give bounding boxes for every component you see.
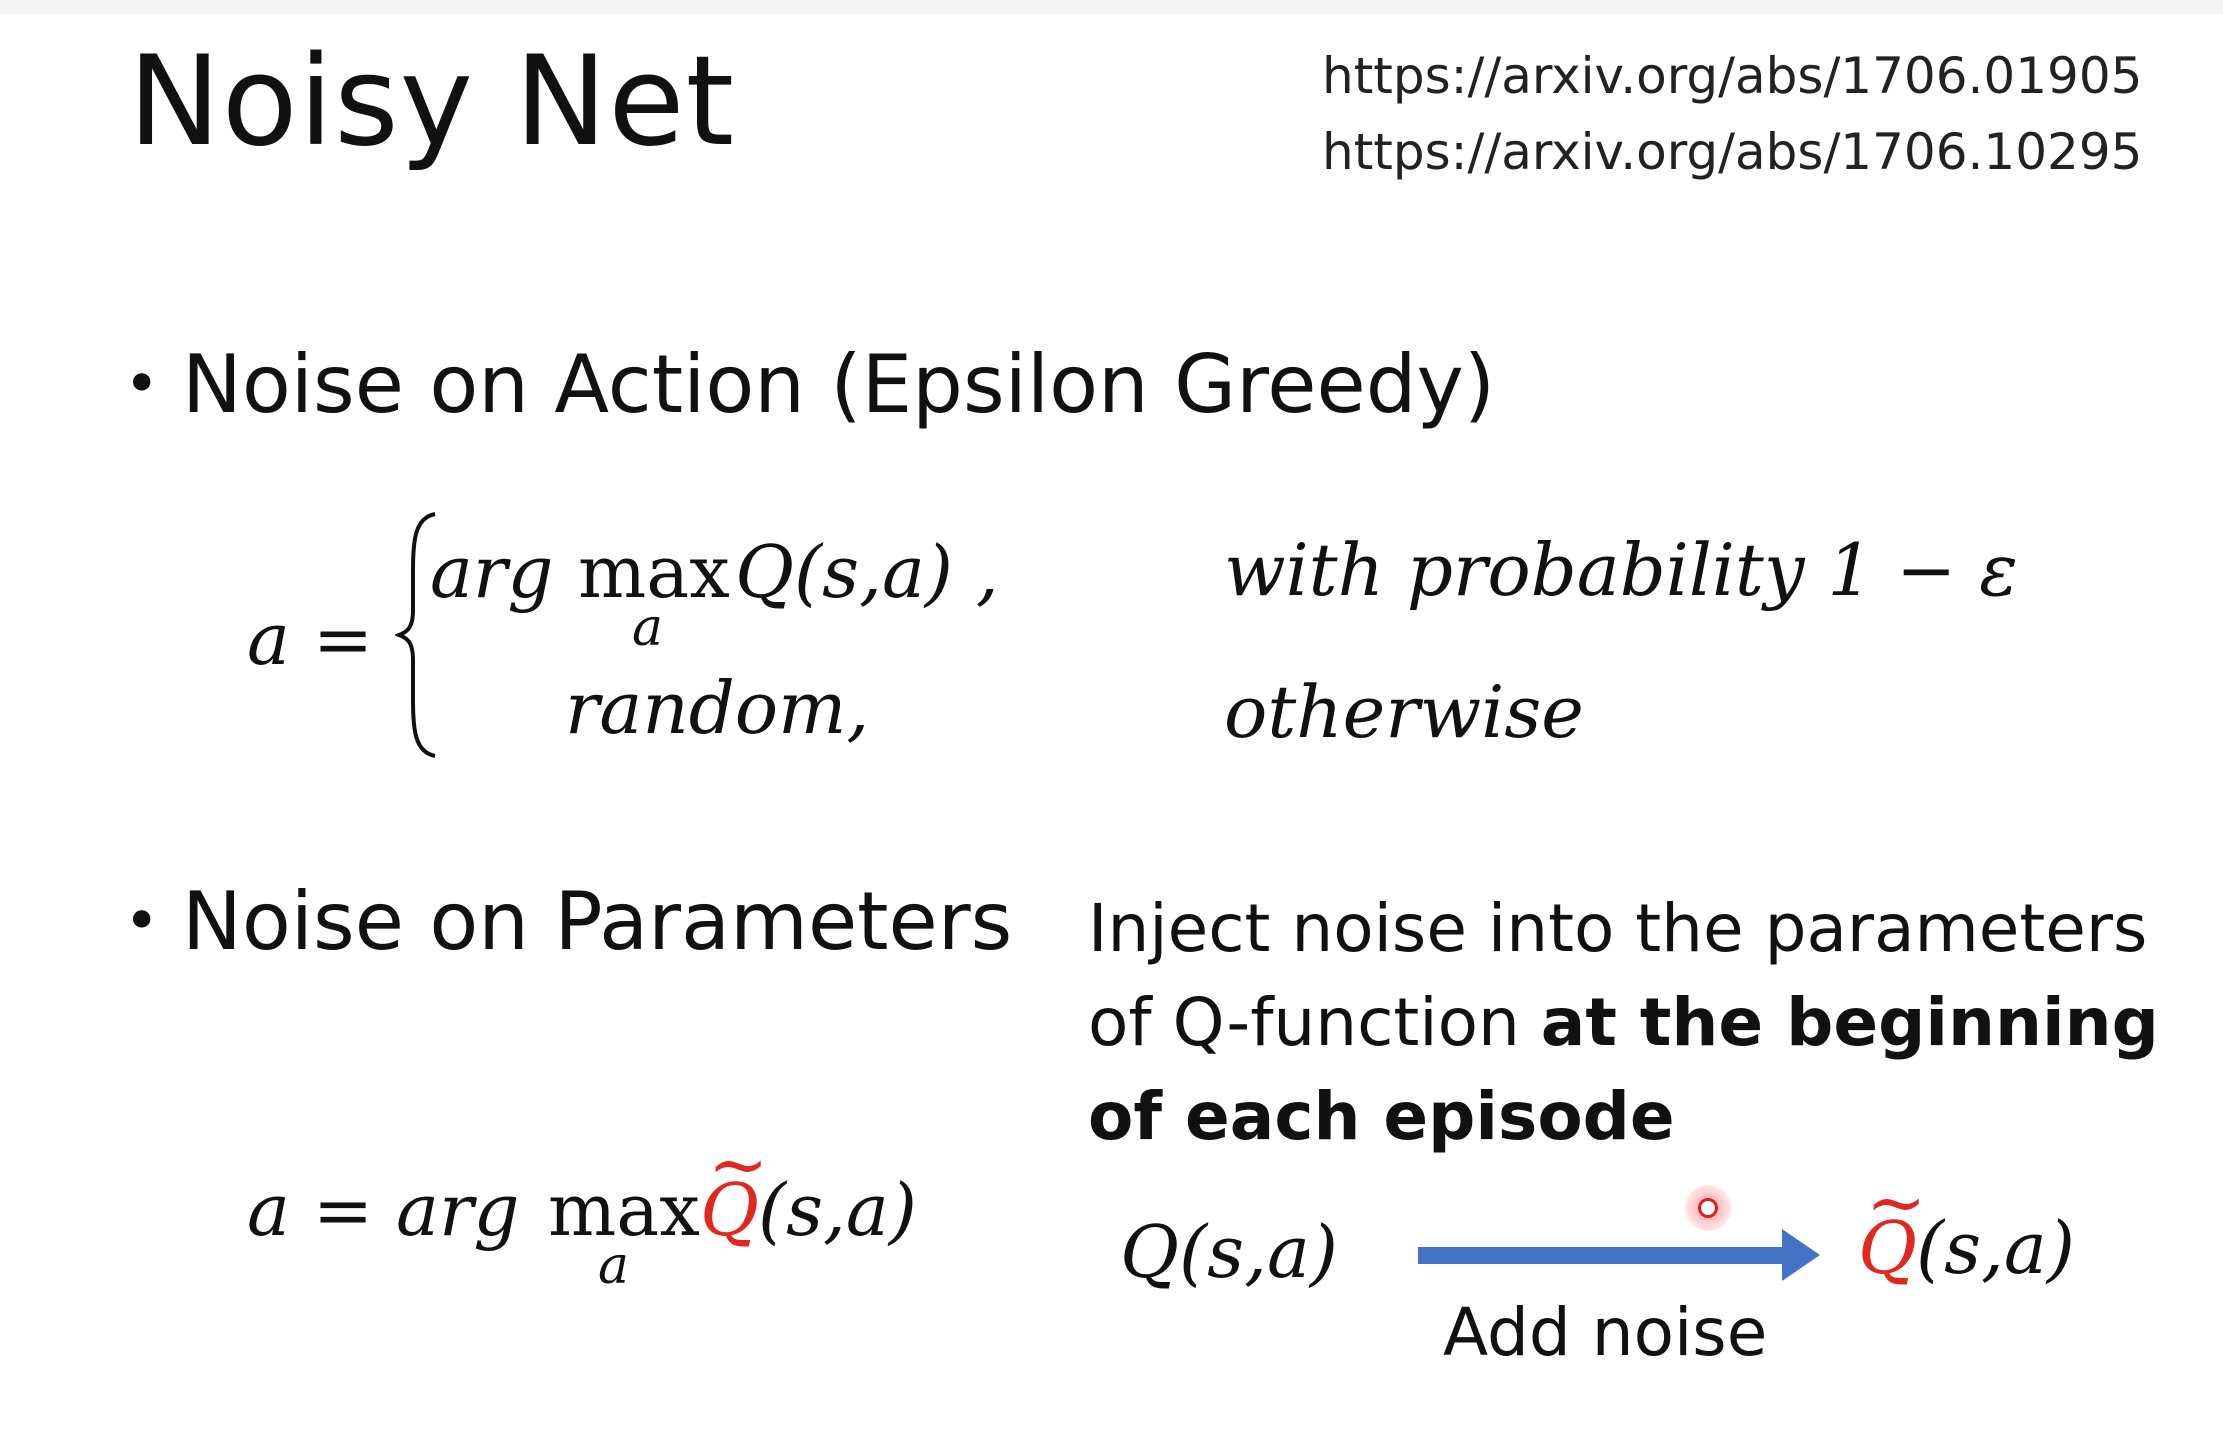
add-noise-label: Add noise xyxy=(1443,1294,1768,1371)
bullet-dot-icon: • xyxy=(124,349,160,419)
equation1-lhs: a = xyxy=(247,597,374,681)
equation2-qtilde: ~ Q xyxy=(700,1122,768,1252)
bullet-label: Noise on Action (Epsilon Greedy) xyxy=(182,338,1496,431)
bullet-label: Noise on Parameters xyxy=(182,875,1013,968)
equation1-case1-subscript: a xyxy=(632,598,664,658)
diagram-from-label: Q(s,a) xyxy=(1120,1210,1338,1294)
equation1-case2-condition: otherwise xyxy=(1224,670,1584,754)
equation2-lhs: a = arg xyxy=(247,1168,520,1252)
slide: Noisy Net https://arxiv.org/abs/1706.019… xyxy=(0,0,2223,1448)
equation1-case1-condition: with probability 1 − ε xyxy=(1224,528,2018,612)
diagram-to-args: (s,a) xyxy=(1916,1206,2075,1290)
equation1-case1-q: Q(s,a) , xyxy=(735,530,999,614)
bullet-noise-on-parameters: • Noise on Parameters xyxy=(124,882,1012,962)
cursor-highlight-icon xyxy=(1685,1185,1731,1231)
bullet-noise-on-action: • Noise on Action (Epsilon Greedy) xyxy=(124,345,1495,425)
bullet-dot-icon: • xyxy=(124,886,160,956)
equation2-subscript: a xyxy=(598,1236,630,1296)
equation2-args: (s,a) xyxy=(758,1168,917,1252)
equation1-case2-random: random, xyxy=(565,666,870,750)
add-noise-arrow-icon xyxy=(1418,1229,1820,1281)
diagram-to-qtilde: ~ Q xyxy=(1858,1160,1926,1290)
equation1-case1-arg: arg xyxy=(430,530,554,614)
top-bar xyxy=(0,0,2223,14)
reference-link-2[interactable]: https://arxiv.org/abs/1706.10295 xyxy=(1322,114,2142,190)
reference-link-1[interactable]: https://arxiv.org/abs/1706.01905 xyxy=(1322,38,2142,114)
references: https://arxiv.org/abs/1706.01905 https:/… xyxy=(1322,38,2142,190)
description-text: Inject noise into the parameters of Q-fu… xyxy=(1088,882,2198,1164)
slide-title: Noisy Net xyxy=(128,30,736,174)
